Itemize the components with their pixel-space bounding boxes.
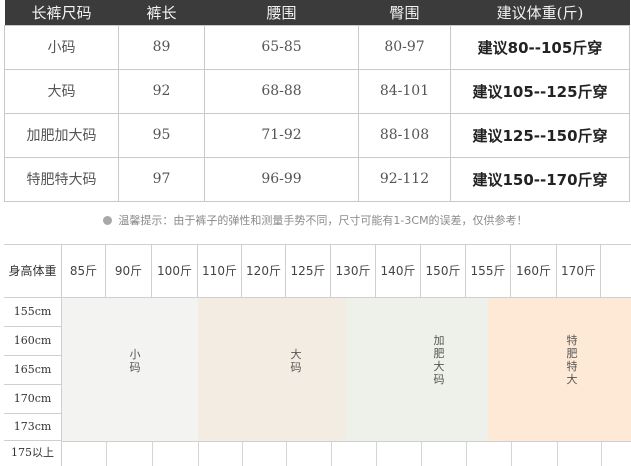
zone-xxl	[488, 298, 631, 441]
size-cell: 特肥特大码	[4, 156, 119, 202]
waist-cell: 96-99	[204, 156, 359, 202]
height-label: 155cm	[4, 298, 62, 327]
waist-cell: 65-85	[204, 24, 359, 70]
height-weight-grid: 身高体重 85斤 90斤 100斤 110斤 120斤 125斤 130斤 14…	[4, 244, 631, 466]
hip-cell: 88-108	[358, 112, 451, 158]
height-label: 165cm	[4, 356, 62, 385]
waist-cell: 68-88	[204, 68, 359, 114]
height-label: 170cm	[4, 385, 62, 414]
table-row: 大码 92 68-88 84-101 建议105--125斤穿	[4, 68, 630, 114]
zone-label-large: 大 码	[290, 348, 302, 374]
header-waist: 腰围	[204, 0, 359, 25]
tip-text: 温馨提示：由于裤子的弹性和测量手势不同，尺寸可能有1-3CM的误差，仅供参考！	[118, 214, 528, 227]
weight-label: 90斤	[106, 245, 152, 298]
height-label: 175以上	[4, 441, 62, 466]
size-cell: 大码	[4, 68, 119, 114]
recommend-cell: 建议125--150斤穿	[450, 112, 630, 158]
weight-label: 120斤	[242, 245, 286, 298]
bullet-dot-icon	[103, 216, 113, 225]
zone-xl	[346, 298, 488, 441]
length-cell: 92	[118, 68, 205, 114]
weight-label: 85斤	[62, 245, 106, 298]
zone-label-xl: 加 肥 大 码	[433, 334, 445, 386]
length-cell: 97	[118, 156, 205, 202]
weight-label: 170斤	[557, 245, 601, 298]
weight-header-row: 身高体重 85斤 90斤 100斤 110斤 120斤 125斤 130斤 14…	[4, 244, 631, 298]
header-recommend: 建议体重(斤)	[450, 0, 630, 25]
weight-label: 140斤	[376, 245, 421, 298]
size-table-header: 长裤尺码 裤长 腰围 臀围 建议体重(斤)	[4, 0, 630, 25]
tip-line: 温馨提示：由于裤子的弹性和测量手势不同，尺寸可能有1-3CM的误差，仅供参考！	[0, 212, 631, 228]
weight-label: 160斤	[511, 245, 557, 298]
table-row: 特肥特大码 97 96-99 92-112 建议150--170斤穿	[4, 156, 630, 202]
length-cell: 89	[118, 24, 205, 70]
hip-cell: 80-97	[358, 24, 451, 70]
weight-label: 100斤	[152, 245, 198, 298]
weight-label: 155斤	[466, 245, 511, 298]
size-table: 长裤尺码 裤长 腰围 臀围 建议体重(斤) 小码 89 65-85 80-97 …	[4, 0, 630, 202]
header-length: 裤长	[118, 0, 205, 25]
zone-label-xxl: 特 肥 特 大	[566, 334, 578, 386]
hip-cell: 84-101	[358, 68, 451, 114]
length-cell: 95	[118, 112, 205, 158]
recommend-cell: 建议105--125斤穿	[450, 68, 630, 114]
weight-label: 110斤	[198, 245, 242, 298]
header-hip: 臀围	[358, 0, 451, 25]
waist-cell: 71-92	[204, 112, 359, 158]
recommend-cell: 建议150--170斤穿	[450, 156, 630, 202]
table-row: 加肥加大码 95 71-92 88-108 建议125--150斤穿	[4, 112, 630, 158]
bottom-row	[62, 441, 631, 466]
zone-label-small: 小 码	[129, 348, 141, 374]
header-size: 长裤尺码	[4, 0, 119, 25]
height-label: 160cm	[4, 327, 62, 356]
hip-cell: 92-112	[358, 156, 451, 202]
recommend-cell: 建议80--105斤穿	[450, 24, 630, 70]
weight-label: 130斤	[331, 245, 376, 298]
size-cell: 加肥加大码	[4, 112, 119, 158]
corner-label: 身高体重	[4, 245, 62, 298]
size-cell: 小码	[4, 24, 119, 70]
table-row: 小码 89 65-85 80-97 建议80--105斤穿	[4, 24, 630, 70]
weight-label: 150斤	[421, 245, 466, 298]
weight-label: 125斤	[286, 245, 331, 298]
height-label: 173cm	[4, 414, 62, 441]
